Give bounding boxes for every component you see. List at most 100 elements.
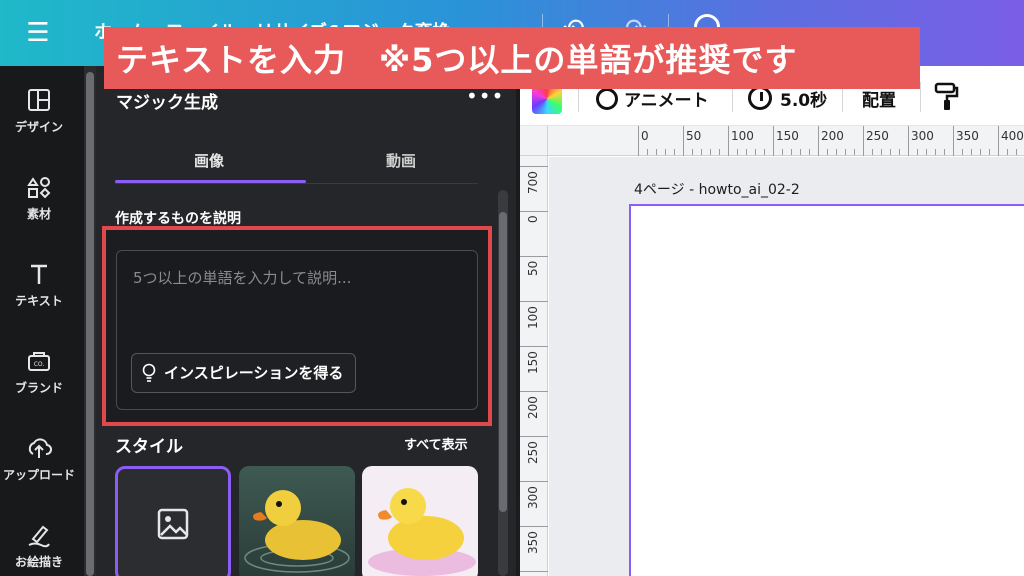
rail-item-elements[interactable]: 素材 (0, 173, 78, 222)
ruler-minor-tick (971, 149, 972, 155)
ruler-minor-tick (665, 149, 666, 155)
design-page[interactable] (629, 204, 1024, 576)
ruler-minor-tick (962, 149, 963, 155)
ruler-tick-label: 100 (526, 306, 540, 329)
toolbar-divider (920, 82, 921, 112)
ruler-tick-label: 0 (641, 129, 649, 143)
tab-image[interactable]: 画像 (194, 150, 224, 171)
ruler-tick-line (863, 126, 864, 156)
ruler-tick-line (520, 571, 548, 572)
image-icon (157, 508, 189, 540)
ruler-minor-tick (701, 149, 702, 155)
animate-icon[interactable] (596, 88, 618, 110)
ruler-tick-label: 0 (526, 215, 540, 223)
ruler-minor-tick (1016, 149, 1017, 155)
rail-label: アップロード (2, 468, 75, 482)
duration-button[interactable]: 5.0秒 (780, 86, 827, 111)
style-thumb-photo-duck[interactable] (239, 466, 355, 576)
style-thumb-watercolor-duck[interactable] (362, 466, 478, 576)
ruler-tick-line (520, 526, 548, 527)
ruler-tick-label: 50 (686, 129, 702, 143)
ruler-minor-tick (809, 149, 810, 155)
panel-scrollbar[interactable] (498, 190, 508, 576)
ruler-tick-line (638, 126, 639, 156)
instruction-banner: テキストを入力 ※5つ以上の単語が推奨です (104, 27, 920, 89)
ruler-tick-line (520, 481, 548, 482)
brand-icon-text: CO. (34, 361, 45, 368)
rail-item-upload[interactable]: アップロード (0, 434, 78, 483)
panel-scrollbar-thumb[interactable] (499, 212, 507, 512)
ruler-minor-tick (764, 149, 765, 155)
ruler-minor-tick (656, 149, 657, 155)
ruler-tick-label: 50 (526, 260, 540, 276)
ruler-tick-label: 300 (526, 486, 540, 509)
ruler-minor-tick (836, 149, 837, 155)
layout-icon (28, 89, 50, 111)
ruler-minor-tick (647, 149, 648, 155)
ruler-minor-tick (980, 149, 981, 155)
ruler-tick-line (520, 301, 548, 302)
vertical-ruler: 700050100150200250300350400 (520, 156, 548, 576)
ruler-tick-line (953, 126, 954, 156)
ruler-minor-tick (845, 149, 846, 155)
ruler-tick-label: 150 (526, 351, 540, 374)
position-button[interactable]: 配置 (862, 86, 896, 111)
ruler-minor-tick (872, 149, 873, 155)
ruler-minor-tick (800, 149, 801, 155)
ruler-minor-tick (989, 149, 990, 155)
rail-label: ブランド (14, 381, 63, 395)
style-thumb-none[interactable] (115, 466, 231, 576)
rail-label: デザイン (14, 120, 63, 134)
rail-label: お絵描き (14, 555, 63, 569)
canvas-area[interactable]: 4ページ - howto_ai_02-2 (549, 157, 1024, 576)
ruler-minor-tick (1007, 149, 1008, 155)
style-label: スタイル (115, 437, 183, 457)
describe-label: 作成するものを説明 (115, 211, 241, 227)
lightbulb-icon (142, 363, 156, 382)
ruler-tick-line (773, 126, 774, 156)
rail-item-draw[interactable]: お絵描き (0, 521, 78, 570)
ruler-minor-tick (854, 149, 855, 155)
ruler-minor-tick (746, 149, 747, 155)
rail-scrollbar[interactable] (84, 66, 96, 576)
page-title[interactable]: 4ページ - howto_ai_02-2 (634, 179, 800, 199)
ruler-tick-line (520, 346, 548, 347)
ruler-minor-tick (935, 149, 936, 155)
animate-button[interactable]: アニメート (624, 86, 709, 111)
ruler-tick-line (908, 126, 909, 156)
ruler-tick-label: 200 (526, 396, 540, 419)
ruler-tick-line (520, 166, 548, 167)
paint-roller-icon[interactable] (934, 82, 960, 112)
ruler-tick-label: 250 (526, 441, 540, 464)
upload-icon (28, 438, 53, 458)
ruler-tick-line (520, 256, 548, 257)
ruler-minor-tick (674, 149, 675, 155)
ruler-tick-line (520, 436, 548, 437)
ruler-minor-tick (926, 149, 927, 155)
ruler-tick-label: 250 (866, 129, 889, 143)
ruler-minor-tick (944, 149, 945, 155)
ruler-minor-tick (899, 149, 900, 155)
tab-video[interactable]: 動画 (386, 150, 416, 171)
ruler-tick-line (520, 211, 548, 212)
rail-item-brand[interactable]: CO. ブランド (0, 347, 78, 396)
ruler-tick-label: 100 (731, 129, 754, 143)
magic-generate-panel: マジック生成 ••• 画像 動画 作成するものを説明 5つ以上の単語を入力して説… (96, 66, 520, 576)
brand-icon: CO. (28, 352, 50, 371)
inspiration-button[interactable]: インスピレーションを得る (131, 353, 357, 393)
rail-item-design[interactable]: デザイン (0, 86, 78, 135)
clock-icon[interactable] (748, 86, 772, 110)
see-all-link[interactable]: すべて表示 (404, 434, 468, 453)
clock-hand (760, 92, 763, 101)
ruler-minor-tick (791, 149, 792, 155)
prompt-textarea[interactable]: 5つ以上の単語を入力して説明... インスピレーションを得る (116, 250, 478, 410)
ruler-minor-tick (755, 149, 756, 155)
duck-image (244, 490, 350, 573)
ruler-minor-tick (719, 149, 720, 155)
rail-scrollbar-thumb[interactable] (86, 72, 94, 576)
ruler-tick-line (520, 391, 548, 392)
menu-icon[interactable]: ☰ (22, 18, 54, 48)
rail-item-text[interactable]: テキスト (0, 260, 78, 309)
ruler-minor-tick (881, 149, 882, 155)
ruler-tick-label: 700 (526, 171, 540, 194)
